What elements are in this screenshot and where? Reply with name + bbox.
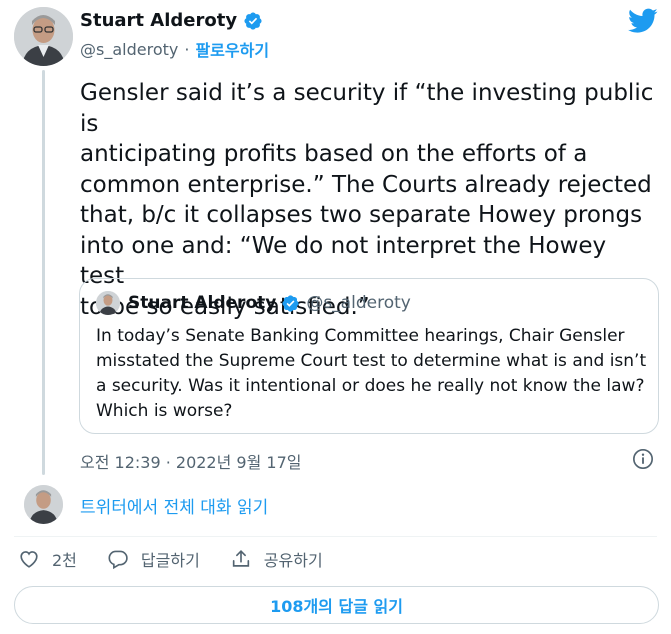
- reply-label: 답글하기: [140, 551, 200, 570]
- quoted-author-handle: @s_alderoty: [306, 293, 411, 313]
- read-thread-link[interactable]: 트위터에서 전체 대화 읽기: [80, 493, 268, 518]
- twitter-bird-icon[interactable]: [628, 8, 658, 34]
- separator-dot: ·: [184, 39, 190, 59]
- read-replies-label: 108개의 답글 읽기: [270, 597, 403, 616]
- author-name-row: Stuart Alderoty: [80, 10, 263, 31]
- share-button[interactable]: 공유하기: [230, 547, 323, 571]
- reply-bubble-icon: [108, 550, 128, 570]
- author-avatar[interactable]: [14, 7, 73, 66]
- follow-link[interactable]: 팔로우하기: [195, 37, 269, 61]
- quoted-tweet-text: In today’s Senate Banking Committee hear…: [96, 326, 647, 421]
- author-name[interactable]: Stuart Alderoty: [80, 10, 237, 31]
- divider: [14, 536, 657, 537]
- thread-line: [42, 70, 45, 475]
- verified-badge-icon: [282, 294, 299, 312]
- action-bar: 2천 답글하기 공유하기: [18, 547, 353, 571]
- verified-badge-icon: [244, 11, 262, 30]
- quoted-author-avatar: [96, 291, 120, 315]
- share-label: 공유하기: [263, 551, 323, 570]
- thread-avatar: [24, 485, 63, 524]
- read-replies-button[interactable]: 108개의 답글 읽기: [14, 586, 659, 624]
- heart-icon: [20, 551, 38, 568]
- quoted-author-name: Stuart Alderoty: [128, 293, 277, 313]
- like-button[interactable]: 2천: [18, 547, 77, 571]
- tweet-timestamp[interactable]: 오전 12:39 · 2022년 9월 17일: [80, 449, 301, 473]
- share-upload-icon: [232, 550, 249, 567]
- author-handle-row: @s_alderoty · 팔로우하기: [80, 37, 269, 61]
- quoted-tweet-card[interactable]: Stuart Alderoty @s_alderoty In today’s S…: [79, 278, 659, 434]
- like-count: 2천: [52, 551, 77, 570]
- reply-button[interactable]: 답글하기: [107, 547, 200, 571]
- quoted-tweet-header: Stuart Alderoty @s_alderoty: [96, 291, 411, 315]
- info-icon[interactable]: [632, 448, 654, 470]
- author-handle[interactable]: @s_alderoty: [80, 40, 178, 59]
